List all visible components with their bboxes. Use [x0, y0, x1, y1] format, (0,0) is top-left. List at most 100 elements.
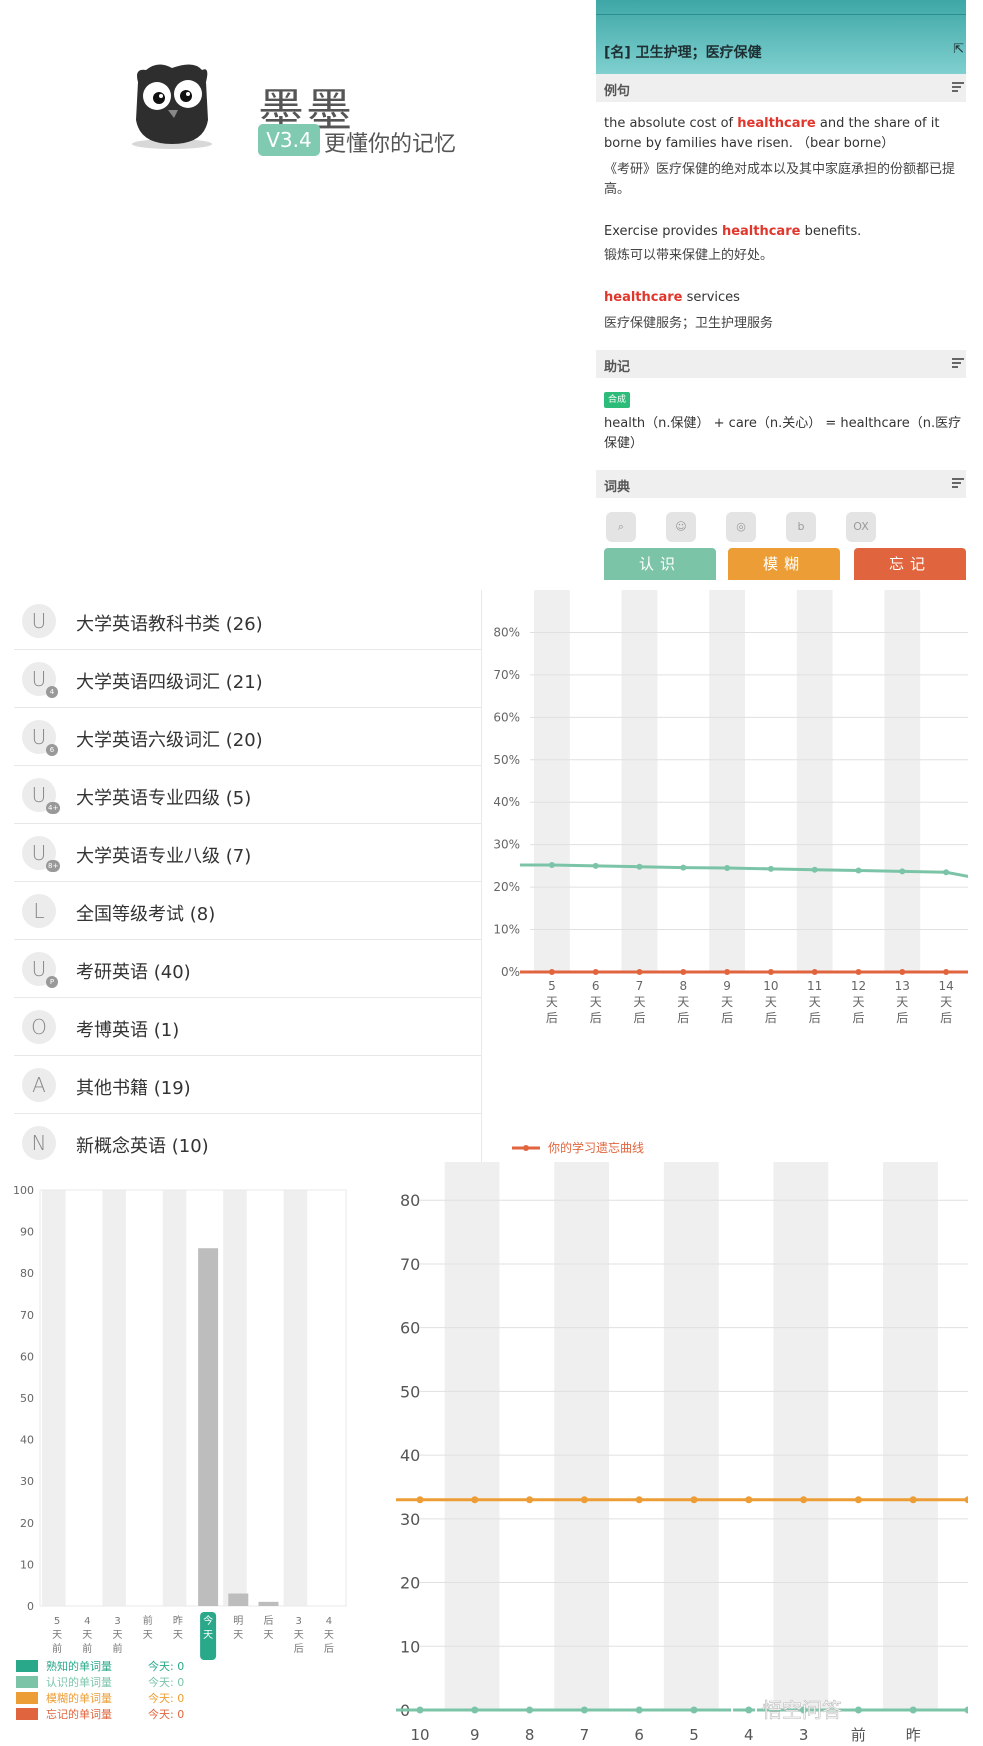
series-point: [526, 1706, 534, 1714]
book-list-item[interactable]: L 全国等级考试 (8): [14, 882, 482, 940]
search-dict-icon[interactable]: ⌕: [606, 512, 636, 542]
x-tick-label: 6: [634, 1726, 644, 1744]
x-tick-label: 天: [546, 995, 558, 1009]
book-list-label: 大学英语六级词汇 (20): [76, 730, 263, 751]
book-list-item[interactable]: A 其他书籍 (19): [14, 1056, 482, 1114]
book-list-label: 大学英语专业四级 (5): [76, 788, 252, 809]
series-point: [636, 969, 643, 975]
user-dict-icon[interactable]: ☺: [666, 512, 696, 542]
y-tick-label: 80: [20, 1267, 34, 1280]
forgetting-curve-chart: 0% 10% 20% 30% 40% 50% 60% 70% 80% 5 天后 6 天后 7 天后 8 天后 9 天…: [482, 590, 968, 1162]
legend-today-value: 今天: 0: [148, 1691, 184, 1705]
book-list-label: 大学英语教科书类 (26): [76, 614, 263, 635]
series-point: [745, 1706, 753, 1714]
x-tick-label: 明: [233, 1615, 243, 1627]
oxford-dict-icon[interactable]: OX: [846, 512, 876, 542]
y-tick-label: 20: [400, 1574, 420, 1593]
watermark-text: 悟空问答: [762, 1698, 842, 1722]
legend-label: 忘记的单词量: [46, 1707, 112, 1721]
book-level-badge: 8+: [46, 860, 61, 872]
x-tick-label: 天: [809, 995, 821, 1009]
word-definition: [名] 卫生护理；医疗保健: [604, 45, 762, 61]
x-tick-label: 天: [590, 995, 602, 1009]
vague-button[interactable]: 模糊: [728, 548, 840, 580]
y-tick-label: 20: [20, 1517, 34, 1530]
book-list-label: 考研英语 (40): [76, 962, 191, 983]
series-point: [592, 969, 599, 975]
x-tick-label: 后: [721, 1011, 733, 1025]
chart-band: [796, 590, 833, 972]
y-tick-label: 10: [400, 1637, 420, 1656]
dictionary-section-header[interactable]: 词典: [596, 470, 966, 498]
x-tick-label: 4: [744, 1726, 754, 1744]
series-point: [767, 969, 774, 975]
x-tick-label: 10: [410, 1726, 429, 1744]
x-tick-label: 后: [809, 1011, 821, 1025]
y-tick-label: 100: [13, 1184, 34, 1197]
bar: [228, 1593, 249, 1606]
x-tick-label: 天: [173, 1630, 183, 1641]
book-list-item[interactable]: O 考博英语 (1): [14, 998, 482, 1056]
example-sentence: healthcare services: [604, 290, 740, 305]
book-list-item[interactable]: U 6 大学英语六级词汇 (20): [14, 708, 482, 766]
mnemonic-section-title: 助记: [604, 360, 631, 375]
x-tick-label: 天: [852, 995, 864, 1009]
y-tick-label: 30%: [493, 838, 520, 852]
x-tick-label: 12: [851, 979, 866, 993]
bar: [198, 1248, 219, 1606]
x-tick-label: 天: [721, 995, 733, 1009]
series-point: [680, 969, 687, 975]
word-count-line-svg: 0102030405060708010 9 8 7 6 5 4 3 前昨悟空问答: [396, 1162, 968, 1744]
book-list-label: 考博英语 (1): [76, 1020, 180, 1041]
x-tick-label: 天: [113, 1630, 123, 1641]
know-button[interactable]: 认识: [604, 548, 716, 580]
x-tick-label: 天: [324, 1630, 334, 1641]
x-tick-label: 后: [590, 1011, 602, 1025]
series-point: [690, 1706, 698, 1714]
series-point: [811, 969, 818, 975]
book-list-item[interactable]: N 新概念英语 (10): [14, 1114, 482, 1162]
x-tick-label: 前: [143, 1614, 153, 1627]
y-tick-label: 30: [400, 1510, 420, 1529]
book-list-item[interactable]: U 4+ 大学英语专业四级 (5): [14, 766, 482, 824]
logo-panel: 墨墨 V3.4 更懂你的记忆: [0, 0, 596, 580]
x-tick-label: 后: [940, 1011, 952, 1025]
mnemonic-section-header[interactable]: 助记: [596, 350, 966, 378]
menu-icon[interactable]: [952, 478, 964, 490]
series-point: [580, 1706, 588, 1714]
x-tick-label: 后: [264, 1615, 274, 1627]
forget-button[interactable]: 忘记: [854, 548, 966, 580]
series-point: [526, 1496, 534, 1504]
series-point: [548, 862, 555, 869]
x-tick-label: 13: [895, 979, 910, 993]
menu-icon[interactable]: [952, 82, 964, 94]
word-header: [名] 卫生护理；医疗保健 ⇱: [596, 0, 966, 74]
series-point: [909, 1496, 917, 1504]
series-point: [745, 1496, 753, 1504]
book-list-panel: U 大学英语教科书类 (26) U 4 大学英语四级词汇 (21) U 6 大学英语六级词汇 …: [14, 590, 482, 1162]
book-list-item[interactable]: U 大学英语教科书类 (26): [14, 592, 482, 650]
book-list-item[interactable]: U 4 大学英语四级词汇 (21): [14, 650, 482, 708]
x-tick-label: 前: [52, 1642, 62, 1655]
x-tick-label: 3: [799, 1726, 809, 1744]
x-tick-label: 天: [82, 1630, 92, 1641]
series-point: [635, 1496, 643, 1504]
examples-section-header[interactable]: 例句: [596, 74, 966, 102]
x-tick-label: 11: [807, 979, 822, 993]
book-category-icon: U: [22, 604, 56, 638]
book-list-item[interactable]: U 8+ 大学英语专业八级 (7): [14, 824, 482, 882]
x-tick-label: 后: [677, 1011, 689, 1025]
example-translation: 《考研》医疗保健的绝对成本以及其中家庭承担的份额都已提高。: [604, 162, 956, 197]
example-sentence: Exercise provides healthcare benefits.: [604, 224, 862, 239]
book-list-item[interactable]: U P 考研英语 (40): [14, 940, 482, 998]
legend-label: 模糊的单词量: [46, 1691, 112, 1705]
menu-icon[interactable]: [952, 358, 964, 370]
chart-band: [534, 590, 570, 972]
chart-band: [621, 590, 658, 972]
series-point: [690, 1496, 698, 1504]
legend-label: 熟知的单词量: [46, 1659, 112, 1673]
bing-dict-icon[interactable]: b: [786, 512, 816, 542]
q-dict-icon[interactable]: ◎: [726, 512, 756, 542]
edit-icon[interactable]: ⇱: [953, 42, 964, 57]
chart-band: [102, 1190, 126, 1606]
